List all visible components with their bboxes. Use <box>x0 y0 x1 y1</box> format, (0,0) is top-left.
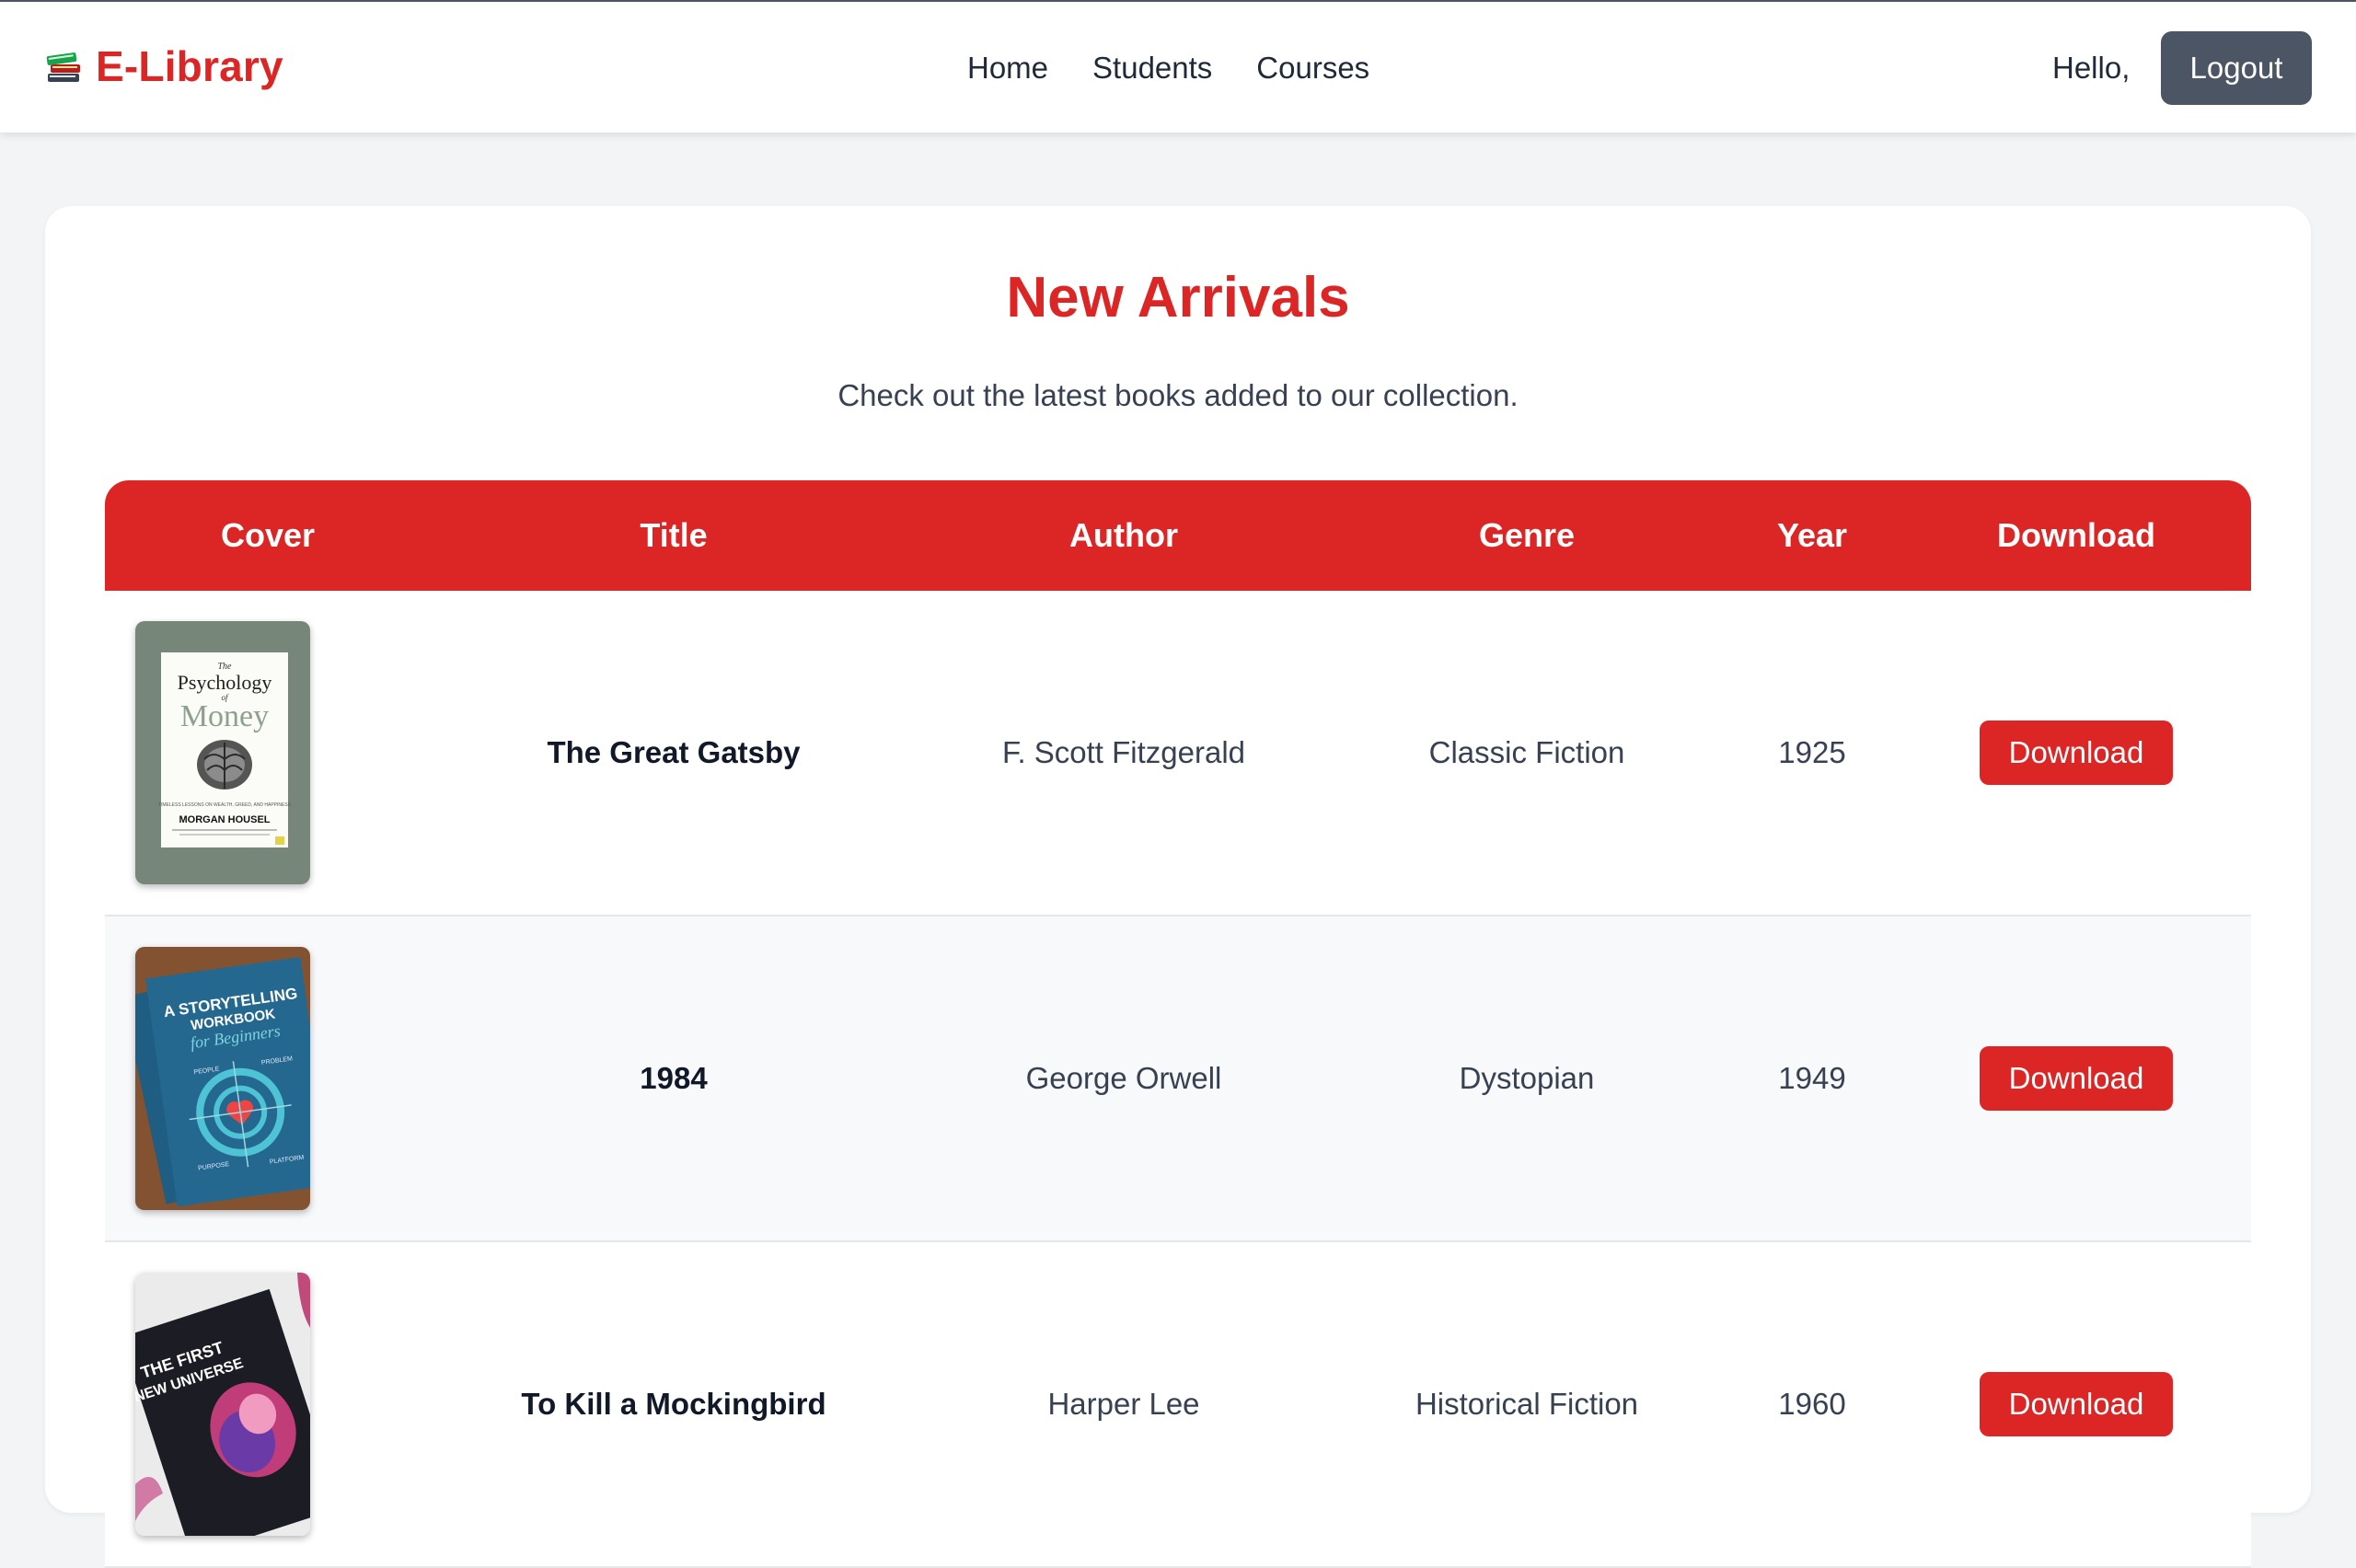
cover-text-money: Money <box>180 699 269 733</box>
table-row: A STORYTELLING WORKBOOK for Beginners PE… <box>105 917 2251 1242</box>
book-year: 1925 <box>1778 735 1846 769</box>
column-header-download: Download <box>1997 516 2155 554</box>
cover-author: MORGAN HOUSEL <box>179 814 271 825</box>
book-cover-image: A STORYTELLING WORKBOOK for Beginners PE… <box>135 947 310 1210</box>
download-cell: Download <box>1901 917 2251 1240</box>
page-subtitle: Check out the latest books added to our … <box>837 378 1519 412</box>
cover-text-psychology: Psychology <box>178 671 272 694</box>
table-row: The Psychology of Money TIMELESS LESSONS… <box>105 591 2251 917</box>
book-year: 1960 <box>1778 1387 1846 1421</box>
top-navbar: E-Library Home Students Courses Hello, L… <box>0 0 2356 133</box>
download-button[interactable]: Download <box>1980 1372 2173 1436</box>
nav-link-courses[interactable]: Courses <box>1256 46 1369 90</box>
book-title: 1984 <box>640 1061 708 1095</box>
book-year: 1949 <box>1778 1061 1846 1095</box>
books-table: Cover Title Author Genre Year Download T… <box>105 480 2251 1568</box>
book-title: The Great Gatsby <box>547 735 801 769</box>
download-cell: Download <box>1901 1242 2251 1566</box>
book-cover-image: The Psychology of Money TIMELESS LESSONS… <box>135 621 310 884</box>
download-cell: Download <box>1901 591 2251 915</box>
books-icon <box>46 52 80 82</box>
brain-illustration <box>197 740 252 790</box>
brand-link[interactable]: E-Library <box>44 39 283 94</box>
book-genre: Classic Fiction <box>1428 735 1625 769</box>
download-button[interactable]: Download <box>1980 721 2173 785</box>
column-header-genre: Genre <box>1478 516 1576 554</box>
download-button[interactable]: Download <box>1980 1046 2173 1111</box>
page-title: New Arrivals <box>1006 266 1350 329</box>
table-header: Cover Title Author Genre Year Download <box>105 480 2251 591</box>
logout-button[interactable]: Logout <box>2161 31 2312 105</box>
nav-link-home[interactable]: Home <box>967 46 1048 90</box>
cover-cell: A STORYTELLING WORKBOOK for Beginners PE… <box>105 917 431 1240</box>
book-genre: Historical Fiction <box>1415 1387 1639 1421</box>
cover-cell: The Psychology of Money TIMELESS LESSONS… <box>105 591 431 915</box>
nav-link-students[interactable]: Students <box>1092 46 1212 90</box>
column-header-year: Year <box>1776 516 1848 554</box>
brand-name: E-Library <box>96 42 283 90</box>
user-greeting: Hello, <box>2052 51 2131 85</box>
new-arrivals-card: New Arrivals Check out the latest books … <box>45 206 2311 1568</box>
column-header-cover: Cover <box>220 516 316 554</box>
main-nav: Home Students Courses <box>967 46 1369 90</box>
book-author: Harper Lee <box>1047 1387 1200 1421</box>
column-header-author: Author <box>1069 516 1178 554</box>
column-header-title: Title <box>640 516 708 554</box>
book-title: To Kill a Mockingbird <box>521 1387 826 1421</box>
book-cover-image: THE FIRST NEW UNIVERSE <box>135 1273 310 1536</box>
book-author: George Orwell <box>1025 1061 1222 1095</box>
cover-cell: THE FIRST NEW UNIVERSE <box>105 1242 431 1566</box>
cover-tagline: TIMELESS LESSONS ON WEALTH, GREED, AND H… <box>158 802 292 808</box>
book-author: F. Scott Fitzgerald <box>1001 735 1246 769</box>
book-genre: Dystopian <box>1459 1061 1595 1095</box>
table-row: THE FIRST NEW UNIVERSE To Kill a Mocking… <box>105 1242 2251 1568</box>
